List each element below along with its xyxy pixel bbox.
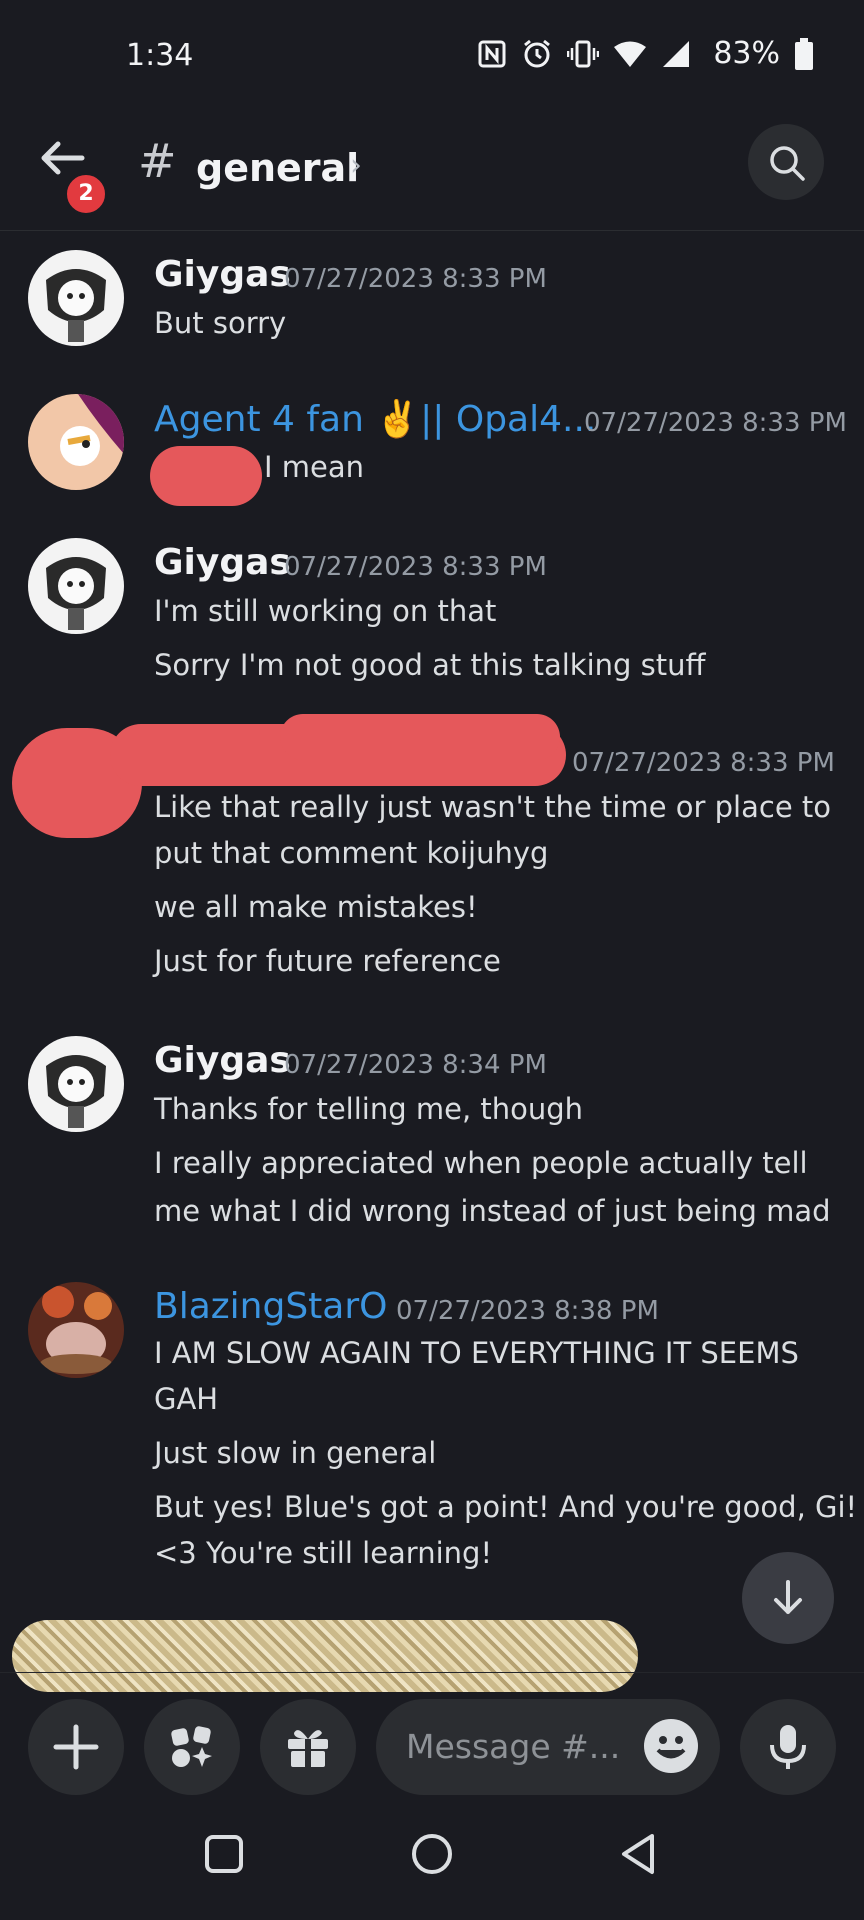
back-nav-button[interactable] [618, 1832, 658, 1876]
message-author[interactable]: Giygas [154, 1040, 291, 1081]
wifi-icon [614, 41, 647, 67]
avatar[interactable] [28, 1282, 124, 1378]
voice-message-button[interactable] [740, 1699, 836, 1795]
battery-icon [795, 37, 813, 70]
message-text: we all make mistakes! [154, 890, 478, 924]
vibrate-icon [567, 40, 600, 67]
message-timestamp: 07/27/2023 8:33 PM [284, 552, 547, 582]
message-timestamp: 07/27/2023 8:38 PM [396, 1296, 659, 1326]
message-text: I AM SLOW AGAIN TO EVERYTHING IT SEEMS [154, 1336, 799, 1370]
message-text: GAH [154, 1382, 219, 1416]
avatar[interactable] [28, 250, 124, 346]
recents-button[interactable] [204, 1834, 244, 1874]
message-author[interactable]: Giygas [154, 542, 291, 583]
system-nav-bar [0, 1800, 864, 1920]
battery-percent: 83% [713, 36, 780, 71]
redaction-mark [280, 714, 560, 760]
message-author[interactable]: Giygas [154, 254, 291, 295]
search-button[interactable] [748, 124, 824, 200]
message-author[interactable]: Agent 4 fan ✌️|| Opal4... [154, 398, 596, 440]
message-timestamp: 07/27/2023 8:33 PM [284, 264, 547, 294]
signal-icon [663, 40, 690, 67]
chevron-right-icon[interactable]: › [350, 148, 362, 183]
avatar[interactable] [28, 1036, 124, 1132]
message-input-placeholder: Message #... [406, 1727, 621, 1766]
message-timestamp: 07/27/2023 8:33 PM [572, 748, 835, 778]
message-input[interactable]: Message #... [376, 1699, 720, 1795]
unread-badge: 2 [64, 172, 108, 216]
message-text: Just slow in general [154, 1436, 437, 1470]
status-time: 1:34 [126, 38, 194, 73]
message-text: I really appreciated when people actuall… [154, 1146, 808, 1180]
composer-bar: Message #... [0, 1672, 864, 1795]
arrow-down-icon [774, 1580, 802, 1614]
message-timestamp: 07/27/2023 8:33 PM [584, 408, 847, 438]
apps-button[interactable] [144, 1699, 240, 1795]
gift-button[interactable] [260, 1699, 356, 1795]
search-icon [770, 146, 805, 181]
message-author[interactable]: BlazingStarO [154, 1286, 388, 1327]
message-text: Just for future reference [154, 944, 501, 978]
channel-name[interactable]: general [196, 146, 359, 190]
message-text: I'm still working on that [154, 594, 497, 628]
gift-icon [288, 1730, 328, 1767]
jump-to-bottom-button[interactable] [742, 1552, 834, 1644]
message-list[interactable]: Giygas 07/27/2023 8:33 PM But sorry Agen… [0, 230, 864, 1670]
channel-header: 2 # general › [0, 110, 864, 231]
message-text: <3 You're still learning! [154, 1536, 493, 1570]
avatar[interactable] [28, 394, 124, 490]
message-text: put that comment koijuhyg [154, 836, 549, 870]
channel-hash-icon: # [138, 134, 177, 188]
emoji-button[interactable] [644, 1719, 698, 1773]
alarm-icon [524, 39, 551, 67]
home-button[interactable] [410, 1832, 454, 1876]
message-text: Thanks for telling me, though [154, 1092, 584, 1126]
mic-icon [770, 1725, 806, 1769]
status-icons: 83% [477, 36, 814, 71]
add-attachment-button[interactable] [28, 1699, 124, 1795]
message-timestamp: 07/27/2023 8:34 PM [284, 1050, 547, 1080]
plus-icon [53, 1724, 99, 1770]
status-bar: 1:34 83% [0, 0, 864, 110]
apps-icon [171, 1726, 212, 1767]
avatar[interactable] [28, 538, 124, 634]
nfc-icon [478, 40, 506, 67]
message-text: me what I did wrong instead of just bein… [154, 1194, 831, 1228]
message-text: But yes! Blue's got a point! And you're … [154, 1490, 858, 1524]
message-text: But sorry [154, 306, 287, 340]
message-text: Sorry I'm not good at this talking stuff [154, 648, 706, 682]
emoji-icon [656, 1736, 686, 1759]
redaction-mark [150, 446, 262, 506]
message-text: I mean [264, 450, 365, 484]
message-text: Like that really just wasn't the time or… [154, 790, 831, 824]
